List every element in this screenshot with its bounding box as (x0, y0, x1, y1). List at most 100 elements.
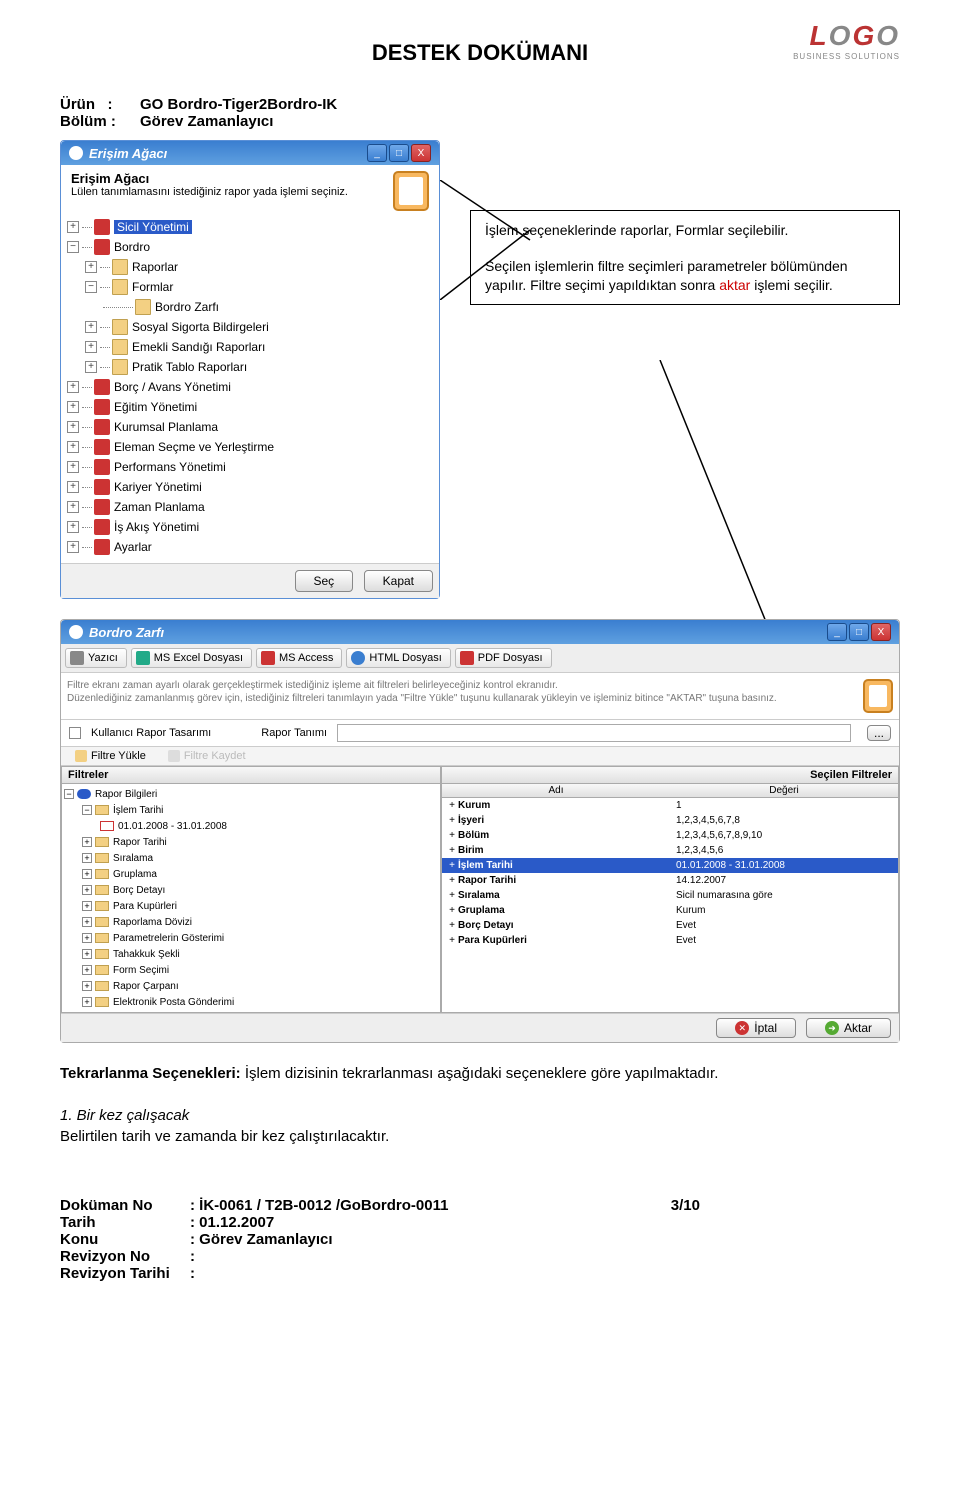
filter-load-button[interactable]: Filtre Yükle (69, 749, 152, 763)
tree-node-sosyal[interactable]: Sosyal Sigorta Bildirgeleri (132, 320, 269, 334)
maximize-button[interactable]: □ (389, 144, 409, 162)
col-adi: Adı (442, 784, 670, 797)
html-button[interactable]: HTML Dosyası (346, 648, 450, 668)
tree2-node[interactable]: Gruplama (113, 869, 157, 880)
cancel-button[interactable]: ✕İptal (716, 1018, 796, 1038)
tree2-node[interactable]: İşlem Tarihi (113, 805, 163, 816)
expand-icon[interactable]: + (67, 441, 79, 453)
minimize-button[interactable]: _ (367, 144, 387, 162)
tree-node-egitim[interactable]: Eğitim Yönetimi (114, 400, 197, 414)
tree-node-zaman[interactable]: Zaman Planlama (114, 500, 205, 514)
tree-node-formlar[interactable]: Formlar (132, 280, 173, 294)
tree2-node[interactable]: Raporlama Dövizi (113, 917, 192, 928)
app-icon (69, 146, 83, 160)
module-icon (94, 519, 110, 535)
close-button[interactable]: X (411, 144, 431, 162)
tree2-node[interactable]: Sıralama (113, 853, 153, 864)
meta-urun-label: Ürün : (60, 96, 140, 113)
list-row[interactable]: +Rapor Tarihi14.12.2007 (442, 873, 898, 888)
tree2-node[interactable]: Tahakkuk Şekli (113, 949, 180, 960)
pdf-button[interactable]: PDF Dosyası (455, 648, 552, 668)
tree-node-isakis[interactable]: İş Akış Yönetimi (114, 520, 199, 534)
maximize-button[interactable]: □ (849, 623, 869, 641)
expand-icon[interactable]: + (85, 261, 97, 273)
list-row[interactable]: +Borç DetayıEvet (442, 918, 898, 933)
tree2-node[interactable]: Parametrelerin Gösterimi (113, 933, 224, 944)
access-button[interactable]: MS Access (256, 648, 342, 668)
user-design-label: Kullanıcı Rapor Tasarımı (91, 727, 211, 739)
list-row[interactable]: +Kurum1 (442, 798, 898, 813)
tree-node-raporlar[interactable]: Raporlar (132, 260, 178, 274)
tree2-node[interactable]: Rapor Tarihi (113, 837, 167, 848)
expand-icon[interactable]: + (67, 381, 79, 393)
tree2-node[interactable]: Elektronik Posta Gönderimi (113, 997, 234, 1008)
tree-node-sicil[interactable]: Sicil Yönetimi (114, 220, 192, 234)
folder-icon (95, 805, 109, 815)
expand-icon[interactable]: + (67, 461, 79, 473)
expand-icon[interactable]: + (67, 481, 79, 493)
tree-node-kariyer[interactable]: Kariyer Yönetimi (114, 480, 202, 494)
select-button[interactable]: Seç (295, 570, 354, 592)
folder-icon (112, 279, 128, 295)
expand-icon[interactable]: + (85, 321, 97, 333)
transfer-button[interactable]: ➜Aktar (806, 1018, 891, 1038)
tree-node-eleman[interactable]: Eleman Seçme ve Yerleştirme (114, 440, 274, 454)
expand-icon[interactable]: + (67, 501, 79, 513)
list-row[interactable]: +SıralamaSicil numarasına göre (442, 888, 898, 903)
list-row[interactable]: +Birim1,2,3,4,5,6 (442, 843, 898, 858)
tree2-node[interactable]: Rapor Çarpanı (113, 981, 179, 992)
expand-icon[interactable]: + (67, 401, 79, 413)
collapse-icon[interactable]: − (85, 281, 97, 293)
folder-icon (95, 997, 109, 1007)
calendar-icon (100, 821, 114, 831)
minimize-button[interactable]: _ (827, 623, 847, 641)
user-design-checkbox[interactable] (69, 727, 81, 739)
tree-node-ayarlar[interactable]: Ayarlar (114, 540, 152, 554)
tree-node-emekli[interactable]: Emekli Sandığı Raporları (132, 340, 265, 354)
printer-button[interactable]: Yazıcı (65, 648, 127, 668)
folder-icon (112, 319, 128, 335)
tree2-node[interactable]: Borç Detayı (113, 885, 165, 896)
folder-icon (95, 885, 109, 895)
folder-icon (95, 917, 109, 927)
expand-icon[interactable]: + (85, 361, 97, 373)
list-row[interactable]: +Bölüm1,2,3,4,5,6,7,8,9,10 (442, 828, 898, 843)
list-row[interactable]: +İşyeri1,2,3,4,5,6,7,8 (442, 813, 898, 828)
list-row[interactable]: +İşlem Tarihi01.01.2008 - 31.01.2008 (442, 858, 898, 873)
report-def-input[interactable] (337, 724, 851, 742)
callout-box: İşlem seçeneklerinde raporlar, Formlar s… (470, 210, 900, 305)
close-button[interactable]: X (871, 623, 891, 641)
list-row[interactable]: +Para KupürleriEvet (442, 933, 898, 948)
browse-button[interactable]: ... (867, 725, 891, 741)
tree-node-kurumsal[interactable]: Kurumsal Planlama (114, 420, 218, 434)
tree-node-perf[interactable]: Performans Yönetimi (114, 460, 226, 474)
globe-icon (351, 651, 365, 665)
folder-icon (95, 949, 109, 959)
excel-button[interactable]: MS Excel Dosyası (131, 648, 252, 668)
tree-node-pratik[interactable]: Pratik Tablo Raporları (132, 360, 247, 374)
collapse-icon[interactable]: − (67, 241, 79, 253)
tree-node-bordrozarfi[interactable]: Bordro Zarfı (155, 300, 219, 314)
tree2-node[interactable]: Rapor Bilgileri (95, 789, 157, 800)
tree-header: Erişim Ağacı (71, 171, 393, 186)
folder-icon (95, 837, 109, 847)
expand-icon[interactable]: + (85, 341, 97, 353)
expand-icon[interactable]: + (67, 421, 79, 433)
module-icon (94, 399, 110, 415)
filter-save-button: Filtre Kaydet (162, 749, 252, 763)
meta-bolum-label: Bölüm : (60, 113, 140, 130)
tree2-node[interactable]: 01.01.2008 - 31.01.2008 (118, 821, 227, 832)
close-button[interactable]: Kapat (364, 570, 433, 592)
folder-icon (75, 750, 87, 762)
disk-icon (168, 750, 180, 762)
tree-node-borc[interactable]: Borç / Avans Yönetimi (114, 380, 231, 394)
folder-icon (95, 901, 109, 911)
tree-node-bordro[interactable]: Bordro (114, 240, 150, 254)
expand-icon[interactable]: + (67, 521, 79, 533)
list-row[interactable]: +GruplamaKurum (442, 903, 898, 918)
expand-icon[interactable]: + (67, 541, 79, 553)
expand-icon[interactable]: + (67, 221, 79, 233)
footer-dokno-l: Doküman No (60, 1197, 190, 1214)
tree2-node[interactable]: Form Seçimi (113, 965, 169, 976)
tree2-node[interactable]: Para Kupürleri (113, 901, 177, 912)
